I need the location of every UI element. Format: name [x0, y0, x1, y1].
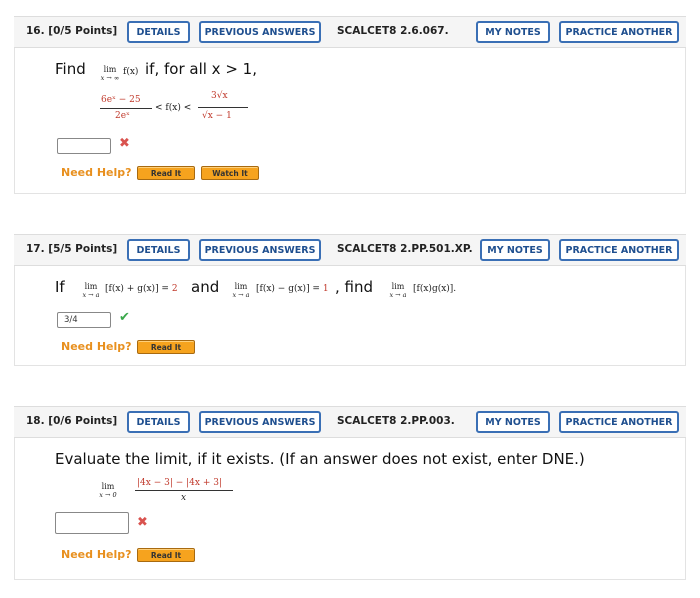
q16-right-denominator: √x − 1 — [202, 111, 232, 121]
q17-need-help-label: Need Help? — [61, 340, 132, 353]
q17-practice-another-button[interactable]: PRACTICE ANOTHER — [559, 239, 679, 261]
q18-my-notes-button[interactable]: MY NOTES — [476, 411, 550, 433]
q17-and-text: and — [191, 278, 220, 296]
q16-right-numerator: 3√x — [211, 91, 228, 101]
q17-number-points: 17. [5/5 Points] — [26, 243, 118, 255]
q16-left-numerator: 6eˣ − 25 — [101, 95, 141, 105]
q18-body: Evaluate the limit, if it exists. (If an… — [14, 438, 686, 580]
q17-limit-1: lim x → a — [82, 282, 100, 299]
q16-incorrect-icon: ✖ — [119, 136, 130, 151]
q18-code: SCALCET8 2.PP.003. — [337, 415, 455, 427]
q17-expression-3: [f(x)g(x)]. — [413, 284, 457, 294]
q18-answer-input[interactable] — [55, 512, 129, 534]
q16-inequality-middle: < f(x) < — [155, 103, 192, 113]
q17-correct-icon: ✔ — [119, 310, 130, 325]
q18-number-points: 18. [0/6 Points] — [26, 415, 118, 427]
q16-answer-input[interactable] — [57, 138, 111, 154]
q17-body: If lim x → a [f(x) + g(x)] = 2 and lim x →… — [14, 266, 686, 366]
q16-limit-func: f(x) — [123, 67, 139, 77]
q18-practice-another-button[interactable]: PRACTICE ANOTHER — [559, 411, 679, 433]
q18-numerator: |4x − 3| − |4x + 3| — [137, 478, 222, 488]
q18-read-it-button[interactable]: Read It — [137, 548, 195, 562]
q16-my-notes-button[interactable]: MY NOTES — [476, 21, 550, 43]
q16-limit: lim x → ∞ — [100, 65, 120, 82]
q18-limit: lim x → 0 — [99, 482, 117, 499]
q16-code: SCALCET8 2.6.067. — [337, 25, 449, 37]
q17-expression-2: [f(x) − g(x)] = 1 — [256, 284, 329, 294]
q16-watch-it-button[interactable]: Watch It — [201, 166, 259, 180]
q16-need-help-label: Need Help? — [61, 166, 132, 179]
q18-incorrect-icon: ✖ — [137, 515, 148, 530]
q16-find-text: Find — [55, 60, 86, 78]
q18-prompt: Evaluate the limit, if it exists. (If an… — [55, 450, 585, 468]
q18-fraction-bar — [135, 490, 233, 491]
q17-read-it-button[interactable]: Read It — [137, 340, 195, 354]
q17-previous-answers-button[interactable]: PREVIOUS ANSWERS — [199, 239, 321, 261]
q17-limit-2: lim x → a — [232, 282, 250, 299]
q17-answer-input[interactable]: 3/4 — [57, 312, 111, 328]
q17-details-button[interactable]: DETAILS — [127, 239, 190, 261]
q16-prompt-rest: if, for all x > 1, — [145, 60, 257, 78]
q17-code: SCALCET8 2.PP.501.XP. — [337, 243, 473, 255]
q16-left-denominator: 2eˣ — [115, 111, 130, 121]
q16-details-button[interactable]: DETAILS — [127, 21, 190, 43]
q16-practice-another-button[interactable]: PRACTICE ANOTHER — [559, 21, 679, 43]
q16-header: 16. [0/5 Points] DETAILS PREVIOUS ANSWER… — [14, 16, 686, 48]
q18-previous-answers-button[interactable]: PREVIOUS ANSWERS — [199, 411, 321, 433]
q18-need-help-label: Need Help? — [61, 548, 132, 561]
q17-limit-3: lim x → a — [389, 282, 407, 299]
q16-number-points: 16. [0/5 Points] — [26, 25, 118, 37]
q17-if-text: If — [55, 278, 65, 296]
q18-header: 18. [0/6 Points] DETAILS PREVIOUS ANSWER… — [14, 406, 686, 438]
q16-left-fraction-bar — [100, 108, 152, 109]
q17-find-text: , find — [335, 278, 374, 296]
q17-expression-1: [f(x) + g(x)] = 2 — [105, 284, 178, 294]
q17-my-notes-button[interactable]: MY NOTES — [480, 239, 550, 261]
q16-previous-answers-button[interactable]: PREVIOUS ANSWERS — [199, 21, 321, 43]
q16-read-it-button[interactable]: Read It — [137, 166, 195, 180]
q18-denominator: x — [181, 493, 187, 503]
q16-body: Find lim x → ∞ f(x) if, for all x > 1, 6e… — [14, 48, 686, 194]
q18-details-button[interactable]: DETAILS — [127, 411, 190, 433]
q17-header: 17. [5/5 Points] DETAILS PREVIOUS ANSWER… — [14, 234, 686, 266]
q16-right-fraction-bar — [198, 107, 248, 108]
